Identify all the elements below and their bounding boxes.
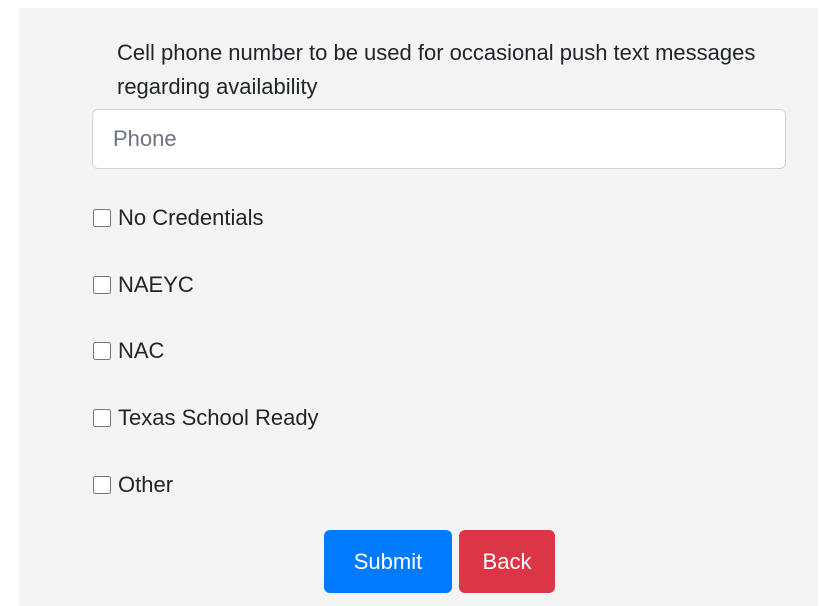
back-button[interactable]: Back [459, 530, 555, 593]
checkbox-label: NAC [118, 338, 165, 363]
checkbox-row-nac[interactable]: NAC [92, 336, 164, 366]
naeyc-checkbox[interactable] [93, 276, 111, 294]
submit-button[interactable]: Submit [324, 530, 452, 593]
checkbox-row-other[interactable]: Other [92, 470, 173, 500]
texas-school-ready-checkbox[interactable] [93, 409, 111, 427]
phone-label: Cell phone number to be used for occasio… [117, 40, 756, 99]
checkbox-label: Other [118, 472, 174, 497]
checkbox-label: No Credentials [118, 205, 264, 230]
phone-input[interactable] [92, 109, 786, 169]
checkbox-label: NAEYC [118, 272, 194, 297]
other-checkbox[interactable] [93, 476, 111, 494]
nac-checkbox[interactable] [93, 342, 111, 360]
checkbox-row-texas-school-ready[interactable]: Texas School Ready [92, 403, 319, 433]
checkbox-row-no-credentials[interactable]: No Credentials [92, 203, 264, 233]
checkbox-label: Texas School Ready [118, 405, 319, 430]
checkbox-row-naeyc[interactable]: NAEYC [92, 270, 194, 300]
no-credentials-checkbox[interactable] [93, 209, 111, 227]
